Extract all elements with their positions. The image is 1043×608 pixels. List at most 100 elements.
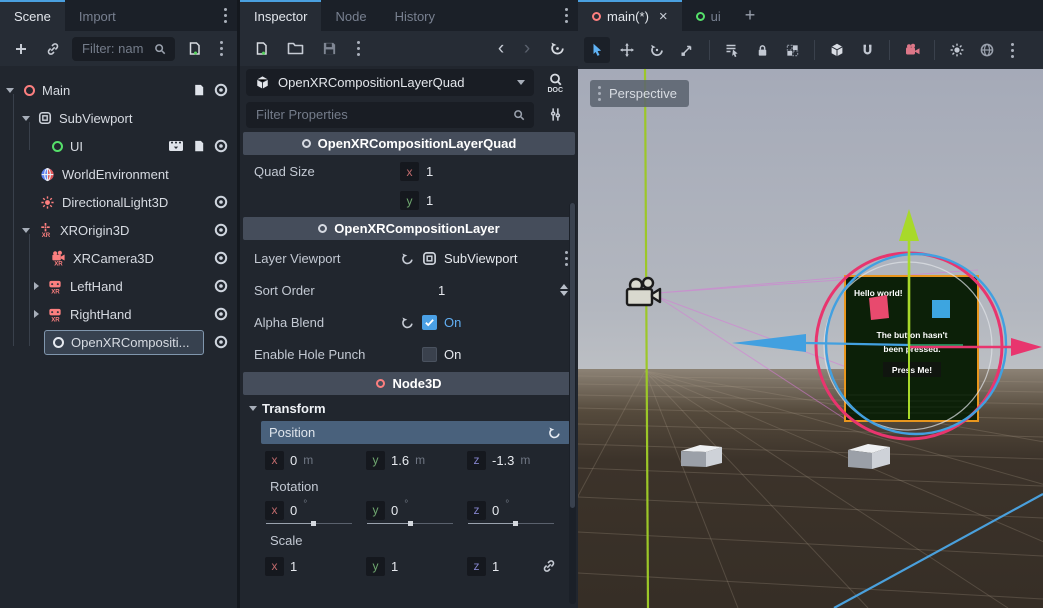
position-x-field[interactable]: 0 bbox=[290, 453, 297, 468]
visibility-eye-icon[interactable] bbox=[213, 82, 229, 98]
rotation-z-field[interactable]: 0 bbox=[492, 503, 499, 518]
mesh-cube-icon[interactable] bbox=[824, 37, 850, 63]
snap-magnet-icon[interactable] bbox=[854, 37, 880, 63]
viewport-menu-icon[interactable] bbox=[1004, 37, 1020, 63]
perspective-menu[interactable]: Perspective bbox=[590, 80, 689, 107]
inspector-tab-menu-icon[interactable] bbox=[565, 14, 568, 17]
list-select-tool-icon[interactable] bbox=[719, 37, 745, 63]
tree-row-directionallight3d[interactable]: DirectionalLight3D bbox=[0, 188, 237, 216]
collapse-icon[interactable] bbox=[22, 228, 30, 233]
rotation-x-field[interactable]: 0 bbox=[290, 503, 297, 518]
add-node-icon[interactable] bbox=[8, 36, 34, 62]
scale-link-icon[interactable] bbox=[541, 558, 557, 574]
tab-import[interactable]: Import bbox=[65, 0, 130, 31]
position-z-field[interactable]: -1.3 bbox=[492, 453, 514, 468]
group-tool-icon[interactable] bbox=[779, 37, 805, 63]
scale-label[interactable]: Scale bbox=[240, 529, 578, 551]
scale-y-field[interactable]: 1 bbox=[391, 559, 398, 574]
save-icon[interactable] bbox=[316, 36, 342, 62]
viewport-options-icon[interactable] bbox=[565, 257, 568, 260]
rotation-x-slider[interactable] bbox=[266, 523, 352, 524]
visibility-eye-icon[interactable] bbox=[213, 138, 229, 154]
scene-more-icon[interactable] bbox=[213, 36, 229, 62]
revert-icon[interactable] bbox=[547, 425, 562, 440]
collapse-icon[interactable] bbox=[6, 88, 14, 93]
visibility-eye-icon[interactable] bbox=[213, 194, 229, 210]
tree-row-worldenvironment[interactable]: WorldEnvironment bbox=[0, 160, 237, 188]
scale-z-field[interactable]: 1 bbox=[492, 559, 499, 574]
visibility-eye-icon[interactable] bbox=[213, 334, 229, 350]
category-node3d[interactable]: Node3D bbox=[243, 372, 575, 395]
visibility-eye-icon[interactable] bbox=[213, 222, 229, 238]
tab-inspector[interactable]: Inspector bbox=[240, 0, 321, 31]
transform-group-header[interactable]: Transform bbox=[240, 397, 578, 420]
rotation-label[interactable]: Rotation bbox=[240, 475, 578, 497]
rotation-z-slider[interactable] bbox=[468, 523, 554, 524]
tree-row-lefthand[interactable]: XR LeftHand bbox=[0, 272, 237, 300]
object-history-icon[interactable] bbox=[544, 36, 570, 62]
new-resource-icon[interactable] bbox=[248, 36, 274, 62]
tree-row-xrcamera3d[interactable]: XR XRCamera3D bbox=[0, 244, 237, 272]
composition-layer-quad[interactable]: Hello world! The button hasn't been pres… bbox=[845, 276, 978, 421]
tree-row-openxrcomposition[interactable]: OpenXRCompositi... bbox=[0, 328, 237, 356]
select-tool-icon[interactable] bbox=[584, 37, 610, 63]
scale-tool-icon[interactable] bbox=[674, 37, 700, 63]
sort-order-field[interactable]: 1 bbox=[438, 283, 445, 298]
category-openxrcompositionlayer[interactable]: OpenXRCompositionLayer bbox=[243, 217, 575, 240]
tab-node[interactable]: Node bbox=[321, 0, 380, 31]
scale-x-field[interactable]: 1 bbox=[290, 559, 297, 574]
selected-node-box[interactable]: OpenXRCompositi... bbox=[44, 330, 204, 355]
viewport-3d[interactable]: Hello world! The button hasn't been pres… bbox=[578, 69, 1043, 608]
position-y-field[interactable]: 1.6 bbox=[391, 453, 409, 468]
node-type-dropdown[interactable]: OpenXRCompositionLayerQuad bbox=[246, 69, 534, 96]
preview-sunlight-icon[interactable] bbox=[944, 37, 970, 63]
tab-main-scene[interactable]: main(*) × bbox=[578, 0, 682, 31]
rotation-y-field[interactable]: 0 bbox=[391, 503, 398, 518]
tab-scene[interactable]: Scene bbox=[0, 0, 65, 31]
history-forward-icon[interactable]: › bbox=[518, 36, 536, 62]
scene-filter-input[interactable] bbox=[80, 40, 153, 57]
tab-ui-scene[interactable]: ui bbox=[682, 0, 735, 31]
attach-script-icon[interactable] bbox=[181, 36, 207, 62]
visibility-eye-icon[interactable] bbox=[213, 278, 229, 294]
load-resource-folder-icon[interactable] bbox=[282, 36, 308, 62]
inspector-scrollbar[interactable] bbox=[569, 203, 576, 604]
tab-history[interactable]: History bbox=[381, 0, 449, 31]
expand-icon[interactable] bbox=[34, 282, 39, 290]
property-tools-icon[interactable] bbox=[542, 102, 568, 128]
rotation-y-slider[interactable] bbox=[367, 523, 453, 524]
hole-punch-checkbox[interactable] bbox=[422, 347, 437, 362]
preview-camera-icon[interactable] bbox=[899, 37, 925, 63]
quad-size-x-field[interactable]: 1 bbox=[426, 164, 433, 179]
spinner-icon[interactable] bbox=[560, 284, 568, 296]
lock-tool-icon[interactable] bbox=[749, 37, 775, 63]
visibility-eye-icon[interactable] bbox=[213, 250, 229, 266]
category-openxrcompositionlayerquad[interactable]: OpenXRCompositionLayerQuad bbox=[243, 132, 575, 155]
script-icon[interactable] bbox=[191, 83, 206, 98]
resource-more-icon[interactable] bbox=[350, 36, 366, 62]
tree-row-ui[interactable]: UI bbox=[0, 132, 237, 160]
filter-properties-input[interactable] bbox=[254, 106, 512, 123]
alpha-blend-checkbox[interactable] bbox=[422, 315, 437, 330]
tree-row-subviewport[interactable]: SubViewport bbox=[0, 104, 237, 132]
close-tab-icon[interactable]: × bbox=[659, 8, 668, 25]
history-back-icon[interactable]: ‹ bbox=[492, 36, 510, 62]
tree-row-righthand[interactable]: XR RightHand bbox=[0, 300, 237, 328]
expand-icon[interactable] bbox=[34, 310, 39, 318]
tree-row-main[interactable]: Main bbox=[0, 76, 237, 104]
layer-viewport-value[interactable]: SubViewport bbox=[444, 251, 517, 266]
scene-tab-menu-icon[interactable] bbox=[224, 14, 227, 17]
collapse-icon[interactable] bbox=[22, 116, 30, 121]
rotate-tool-icon[interactable] bbox=[644, 37, 670, 63]
revert-icon[interactable] bbox=[400, 251, 415, 266]
revert-icon[interactable] bbox=[400, 315, 415, 330]
prop-position-row[interactable]: Position bbox=[261, 421, 570, 444]
instance-scene-link-icon[interactable] bbox=[40, 36, 66, 62]
preview-environment-icon[interactable] bbox=[974, 37, 1000, 63]
visibility-eye-icon[interactable] bbox=[213, 306, 229, 322]
new-scene-tab-icon[interactable]: + bbox=[735, 0, 766, 31]
script-icon[interactable] bbox=[191, 139, 206, 154]
instanced-scene-icon[interactable] bbox=[168, 139, 184, 153]
quad-size-y-field[interactable]: 1 bbox=[426, 193, 433, 208]
tree-row-xrorigin3d[interactable]: XR XROrigin3D bbox=[0, 216, 237, 244]
